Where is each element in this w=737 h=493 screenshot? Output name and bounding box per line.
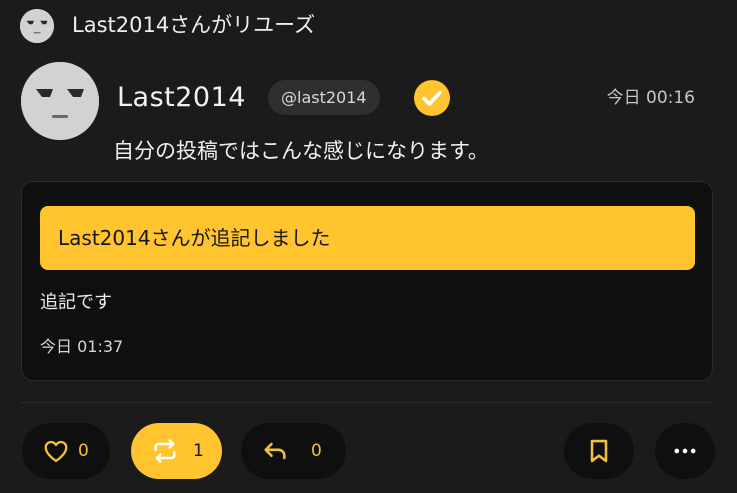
reply-button[interactable]: 0 (241, 423, 346, 479)
divider (21, 402, 713, 403)
addendum-timestamp: 今日 01:37 (40, 337, 124, 356)
more-icon (674, 448, 696, 454)
like-button[interactable]: 0 (22, 423, 110, 479)
addendum-body: 追記です (40, 292, 112, 313)
heart-icon (44, 440, 68, 463)
more-options-button[interactable] (655, 423, 715, 479)
addendum-banner: Last2014さんが追記しました (40, 206, 695, 270)
face-avatar-icon (20, 9, 54, 43)
reply-icon (264, 442, 286, 460)
verified-check-icon (413, 79, 451, 117)
author-avatar[interactable] (21, 62, 99, 140)
repost-avatar[interactable] (20, 9, 54, 43)
like-count: 0 (78, 441, 89, 461)
reply-count: 0 (311, 441, 322, 461)
bookmark-button[interactable] (564, 423, 634, 479)
face-avatar-icon (21, 62, 99, 140)
repost-button[interactable]: 1 (131, 423, 222, 479)
author-handle[interactable]: @last2014 (268, 80, 380, 115)
author-name[interactable]: Last2014 (117, 80, 246, 116)
post-timestamp[interactable]: 今日 00:16 (607, 86, 695, 110)
bookmark-icon (590, 439, 608, 463)
repost-header-text: Last2014さんがリユーズ (72, 13, 316, 37)
repost-icon (154, 439, 176, 463)
repost-count: 1 (193, 441, 204, 461)
post-body: 自分の投稿ではこんな感じになります。 (113, 139, 489, 163)
